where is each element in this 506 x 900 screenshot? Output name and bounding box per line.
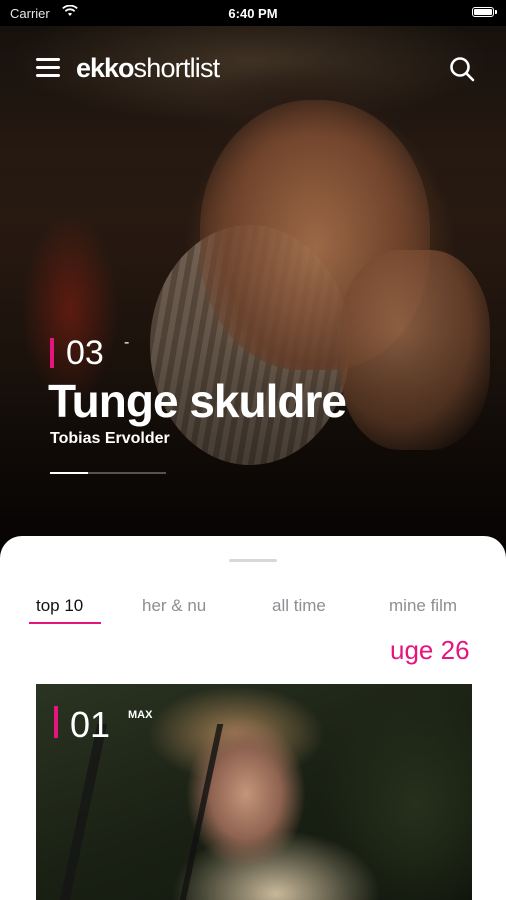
hero-image-shade xyxy=(0,0,506,560)
rank-marker xyxy=(50,338,54,368)
hero-director: Tobias Ervolder xyxy=(50,430,170,447)
battery-icon xyxy=(472,7,497,17)
carousel-progress xyxy=(50,472,166,474)
logo-brand: ekko xyxy=(76,53,135,83)
tab-all-time[interactable]: all time xyxy=(272,596,326,616)
hero-title[interactable]: Tunge skuldre xyxy=(48,374,347,428)
tab-her-og-nu[interactable]: her & nu xyxy=(142,596,206,616)
tab-mine-film[interactable]: mine film xyxy=(389,596,457,616)
rank-marker xyxy=(54,706,58,738)
sheet-grabber[interactable] xyxy=(229,559,277,562)
app-logo: ekkoshortlist xyxy=(76,53,221,84)
status-time: 6:40 PM xyxy=(228,6,278,21)
hero-rank-number: 03 xyxy=(66,334,104,372)
film-card-rank-number: 01 xyxy=(70,704,111,745)
search-icon[interactable] xyxy=(448,55,476,83)
week-label: uge 26 xyxy=(390,635,470,665)
carousel-progress-fill xyxy=(50,472,89,474)
hero-image[interactable] xyxy=(0,0,506,560)
menu-button[interactable] xyxy=(36,58,60,78)
tab-top-10[interactable]: top 10 xyxy=(36,596,83,616)
film-card-tag: MAX xyxy=(128,709,153,721)
bottom-sheet[interactable]: top 10 her & nu all time mine film uge 2… xyxy=(0,536,506,900)
status-bar: Carrier 6:40 PM xyxy=(0,0,506,26)
film-card-image-detail xyxy=(54,724,224,900)
logo-sub: shortlist xyxy=(133,53,221,83)
hamburger-icon xyxy=(36,58,60,61)
film-card[interactable]: 01 MAX xyxy=(36,684,472,900)
active-tab-indicator xyxy=(29,622,101,624)
hero-rank-suffix: - xyxy=(124,334,130,351)
